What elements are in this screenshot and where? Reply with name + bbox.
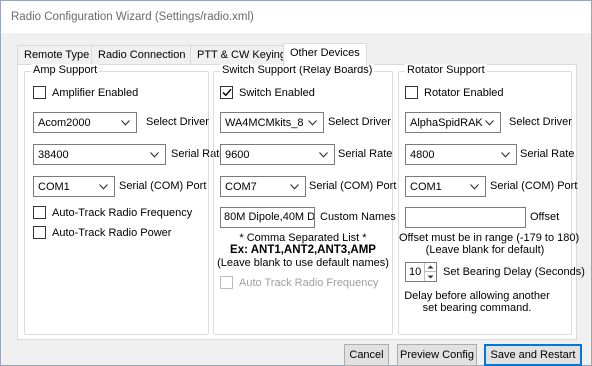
amp-serial-rate-select[interactable]: 38400	[33, 144, 166, 165]
amplifier-enabled-box[interactable]	[33, 86, 46, 99]
amp-auto-track-frequency-checkbox[interactable]: Auto-Track Radio Frequency	[33, 206, 192, 219]
rotator-serial-rate-select[interactable]: 4800	[405, 144, 517, 165]
switch-driver-select[interactable]: WA4MCMkits_8	[220, 112, 324, 133]
custom-names-input[interactable]: 80M Dipole,40M Dip	[220, 207, 315, 228]
chevron-down-icon	[467, 183, 481, 190]
cancel-button[interactable]: Cancel	[344, 344, 389, 366]
amp-auto-track-frequency-box[interactable]	[33, 206, 46, 219]
rotator-driver-select[interactable]: AlphaSpidRAK	[405, 112, 501, 133]
switch-auto-track-frequency-box[interactable]	[220, 276, 233, 289]
custom-names-example: Ex: ANT1,ANT2,ANT3,AMP	[230, 244, 376, 256]
amp-auto-track-power-label: Auto-Track Radio Power	[52, 226, 172, 239]
chevron-down-icon	[482, 119, 496, 126]
amp-support-group: Amp Support Amplifier Enabled Acom2000 S…	[24, 64, 225, 335]
custom-names-label: Custom Names	[320, 211, 396, 223]
amp-port-value: COM1	[38, 180, 70, 193]
bearing-delay-label: Set Bearing Delay (Seconds)	[443, 266, 585, 278]
offset-hint-2: (Leave blank for default)	[425, 244, 545, 256]
switch-auto-track-frequency-label: Auto Track Radio Frequency	[239, 276, 379, 289]
bearing-delay-spinner[interactable]: 10	[405, 262, 437, 282]
rotator-support-group: Rotator Support Rotator Enabled AlphaSpi…	[398, 64, 585, 335]
bearing-delay-value: 10	[409, 266, 422, 278]
rotator-enabled-label: Rotator Enabled	[424, 86, 504, 99]
switch-serial-rate-value: 9600	[225, 148, 250, 161]
rotator-serial-rate-value: 4800	[410, 148, 435, 161]
amp-auto-track-power-checkbox[interactable]: Auto-Track Radio Power	[33, 226, 171, 239]
preview-config-button[interactable]: Preview Config	[397, 344, 477, 366]
rotator-enabled-checkbox[interactable]: Rotator Enabled	[405, 86, 504, 99]
rotator-driver-label: Select Driver	[509, 116, 572, 128]
amplifier-enabled-label: Amplifier Enabled	[52, 86, 139, 99]
offset-input[interactable]	[405, 207, 526, 228]
spin-up-icon[interactable]	[425, 263, 436, 272]
amp-port-select[interactable]: COM1	[33, 176, 115, 197]
switch-enabled-checkbox[interactable]: Switch Enabled	[220, 86, 315, 99]
switch-enabled-box[interactable]	[220, 86, 233, 99]
amp-driver-label: Select Driver	[146, 116, 209, 128]
title-bar: Radio Configuration Wizard (Settings/rad…	[1, 1, 591, 33]
chevron-down-icon	[96, 183, 110, 190]
switch-support-group: Switch Support (Relay Boards) Switch Ena…	[213, 64, 397, 335]
tab-ptt-cw-keying[interactable]: PTT & CW Keying	[190, 45, 294, 65]
switch-auto-track-frequency-checkbox[interactable]: Auto Track Radio Frequency	[220, 276, 378, 289]
tab-remote-type[interactable]: Remote Type	[17, 45, 97, 65]
amplifier-enabled-checkbox[interactable]: Amplifier Enabled	[33, 86, 138, 99]
chevron-down-icon	[287, 183, 301, 190]
switch-serial-rate-select[interactable]: 9600	[220, 144, 335, 165]
chevron-down-icon	[316, 151, 330, 158]
tab-other-devices[interactable]: Other Devices	[283, 43, 367, 66]
custom-names-hint-2: (Leave blank to use default names)	[217, 257, 389, 269]
other-devices-page: Amp Support Amplifier Enabled Acom2000 S…	[17, 64, 585, 340]
delay-hint-2: set bearing command.	[422, 302, 532, 314]
chevron-down-icon	[305, 119, 319, 126]
switch-driver-label: Select Driver	[328, 116, 391, 128]
rotator-port-value: COM1	[410, 180, 442, 193]
switch-serial-rate-label: Serial Rate	[338, 148, 393, 160]
window-title: Radio Configuration Wizard (Settings/rad…	[11, 11, 254, 23]
amp-driver-value: Acom2000	[38, 116, 91, 129]
switch-enabled-label: Switch Enabled	[239, 86, 315, 99]
amp-serial-rate-value: 38400	[38, 148, 69, 161]
save-and-restart-button[interactable]: Save and Restart	[484, 344, 582, 366]
switch-port-select[interactable]: COM7	[220, 176, 306, 197]
rotator-driver-value: AlphaSpidRAK	[410, 116, 482, 129]
offset-hint-1: Offset must be in range (-179 to 180)	[399, 232, 580, 244]
spinner-arrows	[424, 263, 436, 281]
switch-port-label: Serial (COM) Port	[309, 180, 397, 192]
amp-auto-track-frequency-label: Auto-Track Radio Frequency	[52, 206, 193, 219]
rotator-port-select[interactable]: COM1	[405, 176, 486, 197]
checkmark-icon	[222, 88, 232, 97]
amp-port-label: Serial (COM) Port	[119, 180, 207, 192]
chevron-down-icon	[498, 151, 512, 158]
switch-driver-value: WA4MCMkits_8	[225, 116, 304, 129]
offset-label: Offset	[530, 211, 560, 223]
amp-support-label: Amp Support	[31, 64, 100, 76]
rotator-port-label: Serial (COM) Port	[490, 180, 578, 192]
rotator-serial-rate-label: Serial Rate	[520, 148, 575, 160]
client-area: Remote Type Radio Connection PTT & CW Ke…	[1, 33, 591, 366]
switch-port-value: COM7	[225, 180, 257, 193]
tab-radio-connection[interactable]: Radio Connection	[91, 45, 193, 65]
rotator-support-label: Rotator Support	[405, 64, 487, 76]
delay-hint-1: Delay before allowing another	[404, 290, 550, 302]
wizard-window: Radio Configuration Wizard (Settings/rad…	[0, 0, 592, 366]
chevron-down-icon	[118, 119, 132, 126]
rotator-enabled-box[interactable]	[405, 86, 418, 99]
amp-driver-select[interactable]: Acom2000	[33, 112, 137, 133]
custom-names-hint-1: * Comma Separated List *	[239, 232, 367, 244]
spin-down-icon[interactable]	[425, 272, 436, 281]
chevron-down-icon	[147, 151, 161, 158]
amp-auto-track-power-box[interactable]	[33, 226, 46, 239]
